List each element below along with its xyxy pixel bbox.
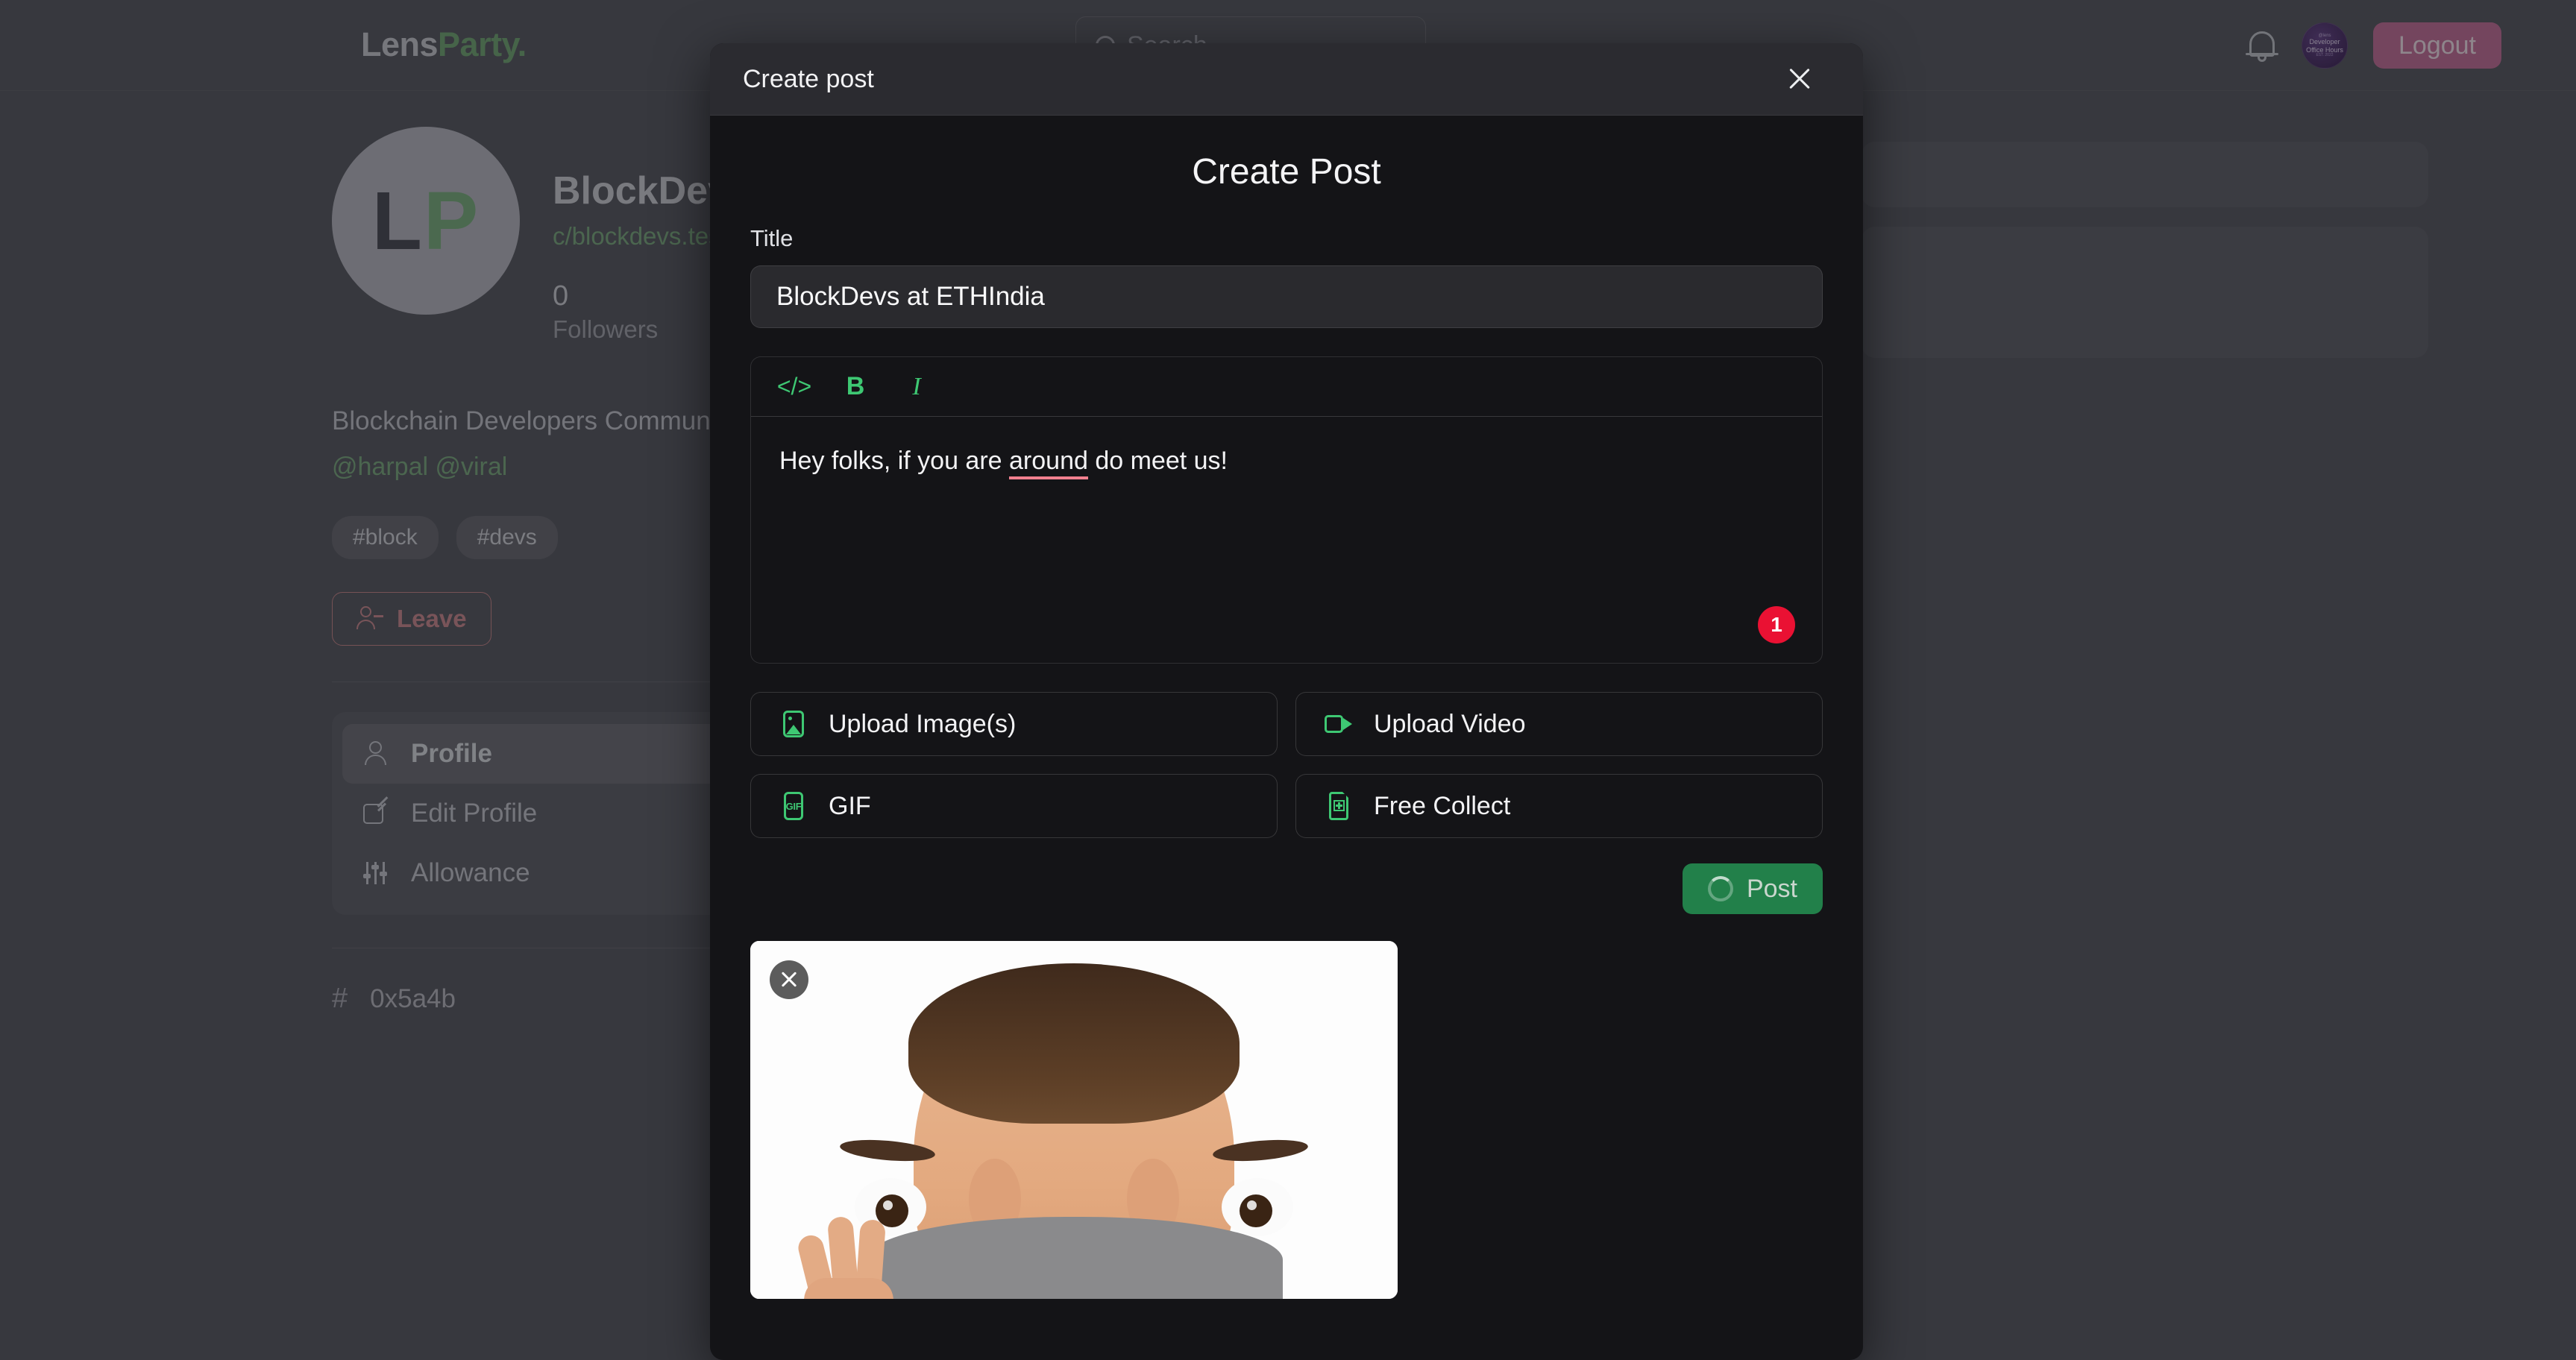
gif-button[interactable]: GIF GIF: [750, 774, 1278, 838]
create-post-modal: Create post Create Post Title </> B I He…: [710, 43, 1863, 1360]
loading-spinner-icon: [1707, 876, 1733, 901]
editor-text-after: do meet us!: [1087, 447, 1228, 475]
modal-header: Create post: [710, 43, 1863, 116]
post-button-label: Post: [1746, 874, 1797, 903]
gif-icon: GIF: [778, 790, 809, 822]
status-badge: 1: [1758, 606, 1795, 643]
misspelled-word: around: [1009, 447, 1088, 479]
upload-images-label: Upload Image(s): [829, 709, 1017, 738]
video-icon: [1323, 708, 1354, 740]
editor-toolbar: </> B I: [751, 357, 1822, 417]
editor-content: Hey folks, if you are around do meet us!: [779, 444, 1794, 479]
post-button-row: Post: [750, 863, 1823, 914]
code-block-button[interactable]: </>: [775, 368, 814, 406]
modal-body: Create Post Title </> B I Hey folks, if …: [710, 116, 1863, 1299]
uploaded-media-preview: [750, 941, 1398, 1299]
bold-button[interactable]: B: [836, 368, 875, 406]
editor-text-area[interactable]: Hey folks, if you are around do meet us!…: [751, 417, 1822, 663]
remove-media-close-icon[interactable]: [770, 960, 808, 999]
title-field-label: Title: [750, 225, 794, 251]
uploaded-image: [750, 941, 1398, 1299]
free-collect-button[interactable]: Free Collect: [1295, 774, 1823, 838]
free-collect-label: Free Collect: [1374, 791, 1511, 820]
upload-video-button[interactable]: Upload Video: [1295, 692, 1823, 756]
image-icon: [778, 708, 809, 740]
upload-video-label: Upload Video: [1374, 709, 1526, 738]
modal-header-title: Create post: [743, 64, 874, 93]
gif-label: GIF: [829, 791, 871, 820]
close-icon[interactable]: [1782, 62, 1817, 96]
collect-icon: [1323, 790, 1354, 822]
upload-images-button[interactable]: Upload Image(s): [750, 692, 1278, 756]
gif-icon-text: GIF: [785, 800, 802, 812]
media-action-grid: Upload Image(s) Upload Video GIF GIF Fre…: [750, 692, 1823, 838]
post-body-editor: </> B I Hey folks, if you are around do …: [750, 356, 1823, 664]
page-title: Create Post: [1192, 152, 1381, 192]
editor-text-before: Hey folks, if you are: [779, 447, 1010, 475]
post-title-input[interactable]: [750, 265, 1823, 328]
italic-button[interactable]: I: [897, 368, 936, 406]
post-button[interactable]: Post: [1682, 863, 1823, 914]
